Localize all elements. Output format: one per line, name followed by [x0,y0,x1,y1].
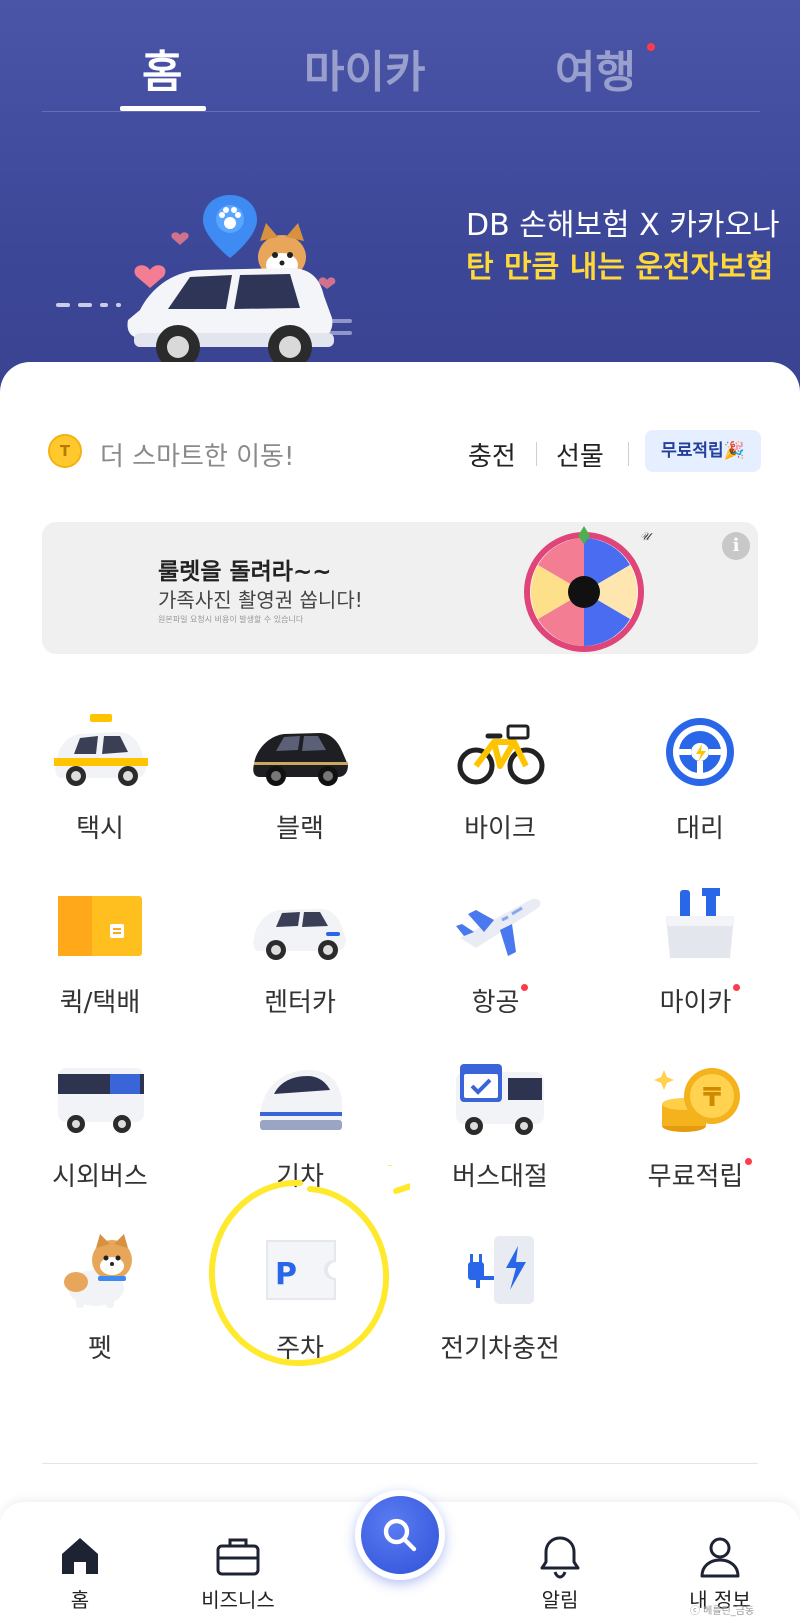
new-dot [745,1158,753,1165]
rental-car-icon [253,909,346,960]
bus-icon [58,1068,144,1133]
service-taxi[interactable]: 택시 [0,712,200,862]
service-label: 펫 [88,1334,112,1364]
svg-text:P: P [275,1257,297,1292]
bike-icon [457,724,545,785]
search-icon [383,1518,417,1552]
svg-text:𝒰: 𝒰 [640,530,653,543]
bell-icon [540,1536,580,1579]
hero-banner[interactable]: 홈 마이카 여행 DB 손해보험 X 카카오나 탄 만큼 내는 운전자보험 [0,0,800,420]
home-icon [62,1538,98,1574]
service-label: 블랙 [276,814,324,844]
nav-home[interactable]: 홈 [20,1522,140,1612]
parking-icon: P [266,1240,336,1300]
divider [628,442,629,466]
charge-link[interactable]: 충전 [468,436,516,473]
nav-business[interactable]: 비즈니스 [178,1522,298,1612]
toolbox-icon [666,888,734,958]
car-dog-illustration [56,195,352,369]
service-label: 렌터카 [264,988,336,1018]
service-label: 퀵/택배 [59,988,141,1018]
service-bike[interactable]: 바이크 [400,712,600,862]
coin-stack-icon: ₸ [654,1068,740,1132]
service-parking[interactable]: P 주차 [200,1232,400,1382]
service-label: 기차 [276,1162,324,1192]
travel-new-dot [647,43,655,51]
point-row: T 더 스마트한 이동! 충전 선물 무료적립🎉 [48,430,761,473]
promo-line-1: DB 손해보험 X 카카오나 [466,208,780,243]
charter-bus-icon [456,1064,544,1135]
black-car-icon [253,733,348,786]
svg-text:₸: ₸ [703,1083,721,1113]
banner-fine-print: 원본파일 요청시 비용이 발생할 수 있습니다 [158,615,304,624]
t-coin-icon: T [48,434,82,468]
point-slogan: 더 스마트한 이동! [100,442,295,472]
new-dot [733,984,741,991]
nav-profile[interactable]: 내 정보 [660,1522,780,1612]
service-ev-charging[interactable]: 전기차충전 [400,1232,600,1382]
tab-travel[interactable]: 여행 [555,36,636,100]
service-free-points[interactable]: ₸ 무료적립 [600,1060,800,1210]
watermark: ⓒ 메를린_금동 [690,1606,755,1617]
new-dot [521,984,529,991]
free-points-button[interactable]: 무료적립🎉 [645,430,761,472]
tab-mycar[interactable]: 마이카 [304,36,425,100]
briefcase-icon [216,1538,260,1576]
service-train[interactable]: 기차 [200,1060,400,1210]
search-button[interactable] [355,1490,445,1580]
active-tab-indicator [120,106,206,111]
service-label: 전기차충전 [440,1334,560,1364]
service-label: 마이카 [600,982,800,1019]
nav-alarm-label: 알림 [541,1588,579,1612]
taxi-icon [54,714,148,786]
ev-charger-icon [468,1236,534,1304]
service-label: 항공 [400,982,600,1019]
nav-home-label: 홈 [70,1588,90,1612]
service-label: 택시 [76,814,124,844]
service-charter-bus[interactable]: 버스대절 [400,1060,600,1210]
train-icon [260,1070,342,1130]
service-mycar[interactable]: 마이카 [600,886,800,1036]
service-label: 시외버스 [52,1162,148,1192]
service-driver[interactable]: 대리 [600,712,800,862]
top-tabs: 홈 마이카 여행 [42,0,760,112]
roulette-ad-banner[interactable]: 룰렛을 돌려라~~ 가족사진 촬영권 쏩니다! 원본파일 요청시 비용이 발생할… [42,522,758,654]
info-icon[interactable]: i [722,532,750,560]
airplane-icon [456,898,541,956]
service-black[interactable]: 블랙 [200,712,400,862]
steering-wheel-icon [666,718,734,786]
box-icon [58,896,142,956]
service-label: 주차 [276,1334,324,1364]
pet-dog-icon [64,1234,132,1308]
tab-home[interactable]: 홈 [142,36,182,100]
person-icon [700,1537,740,1578]
nav-alarm[interactable]: 알림 [500,1522,620,1612]
service-label: 대리 [676,814,724,844]
service-label: 바이크 [464,814,536,844]
divider [536,442,537,466]
roulette-wheel-icon: 𝒰 [524,526,653,652]
service-quick[interactable]: 퀵/택배 [0,886,200,1036]
section-divider [42,1463,758,1464]
service-intercity-bus[interactable]: 시외버스 [0,1060,200,1210]
service-label: 무료적립 [600,1156,800,1193]
service-pet[interactable]: 펫 [0,1232,200,1382]
gift-link[interactable]: 선물 [556,436,604,473]
service-rental[interactable]: 렌터카 [200,886,400,1036]
service-flight[interactable]: 항공 [400,886,600,1036]
promo-line-2: 탄 만큼 내는 운전자보험 [466,250,774,285]
banner-title: 룰렛을 돌려라~~ [158,559,332,585]
nav-business-label: 비즈니스 [201,1588,275,1612]
banner-subtitle: 가족사진 촬영권 쏩니다! [158,588,363,612]
service-label: 버스대절 [452,1162,548,1192]
